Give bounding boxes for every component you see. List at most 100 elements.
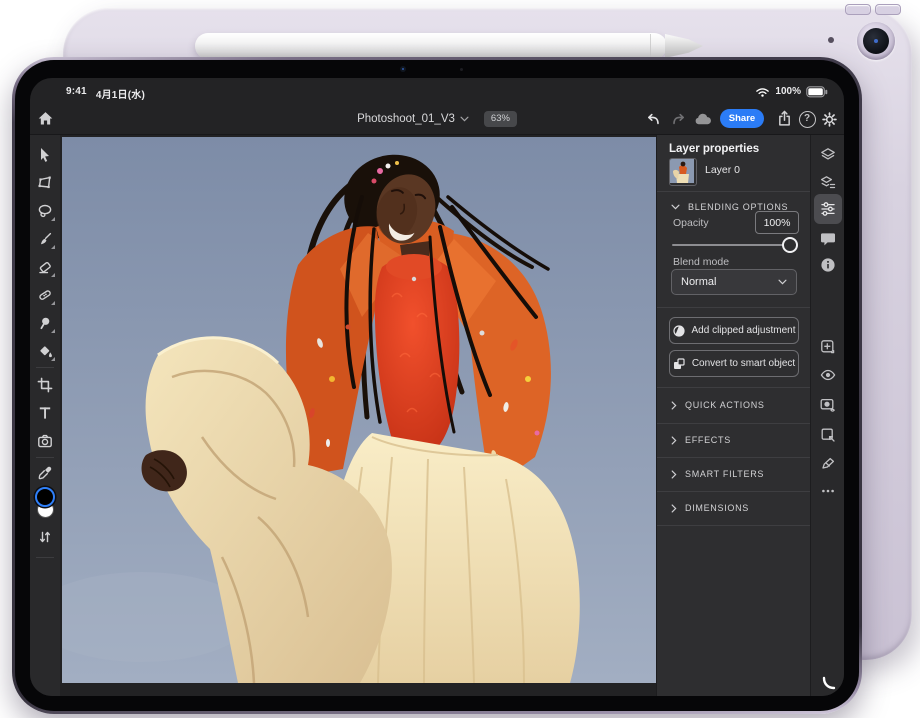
opacity-value-box[interactable]: 100%: [755, 211, 799, 234]
properties-icon[interactable]: [818, 199, 838, 219]
clone-stamp-tool[interactable]: [33, 311, 57, 335]
apple-pencil: [195, 33, 667, 59]
scene: 9:41 4月1日(水) 100%: [0, 0, 920, 718]
place-embedded-icon[interactable]: [818, 425, 838, 445]
chevron-right-icon: [671, 504, 677, 513]
photo-layer: [62, 137, 656, 683]
tool-separator: [36, 367, 54, 368]
apple-pencil-seam: [650, 34, 651, 58]
panel-divider: [657, 491, 811, 492]
layer-name: Layer 0: [705, 164, 740, 176]
chevron-right-icon: [671, 401, 677, 410]
fill-tool[interactable]: [33, 339, 57, 363]
foreground-ipad: 9:41 4月1日(水) 100%: [12, 57, 862, 714]
front-sensor: [460, 68, 463, 71]
rear-camera-lens: [863, 28, 889, 54]
chevron-down-icon: [778, 279, 787, 285]
layer-thumbnail: [669, 158, 697, 186]
eyedropper-tool[interactable]: [33, 461, 57, 485]
wifi-icon: [755, 85, 770, 98]
rear-camera: [857, 22, 895, 60]
cloud-sync-icon[interactable]: [692, 108, 714, 130]
smart-filters-label: SMART FILTERS: [685, 469, 764, 479]
add-mask-icon[interactable]: [818, 395, 838, 415]
redo-button[interactable]: [667, 108, 689, 130]
lens-glint: [874, 39, 878, 43]
info-icon[interactable]: [818, 255, 838, 275]
chevron-down-icon: [460, 116, 469, 122]
undo-button[interactable]: [642, 108, 664, 130]
blend-mode-value: Normal: [681, 276, 716, 288]
visibility-icon[interactable]: [818, 365, 838, 385]
battery-percent: 100%: [775, 86, 801, 97]
chevron-right-icon: [671, 436, 677, 445]
panel-divider: [657, 307, 811, 308]
home-button[interactable]: [34, 107, 56, 129]
quick-action-icon[interactable]: [818, 453, 838, 473]
type-tool[interactable]: [33, 401, 57, 425]
comments-icon[interactable]: [818, 229, 838, 249]
microphone-dot: [828, 37, 834, 43]
section-dimensions[interactable]: DIMENSIONS: [657, 498, 811, 518]
convert-to-smart-object-button[interactable]: Convert to smart object: [669, 350, 799, 377]
layer-properties-panel: Layer properties Layer 0 BLENDING OPTION…: [656, 135, 811, 696]
eraser-tool[interactable]: [33, 255, 57, 279]
chevron-right-icon: [671, 470, 677, 479]
panel-divider: [657, 457, 811, 458]
add-clipped-adjustment-label: Add clipped adjustment: [692, 325, 796, 336]
opacity-label: Opacity: [673, 217, 709, 229]
status-date: 4月1日(水): [96, 86, 145, 101]
blend-mode-dropdown[interactable]: Normal: [671, 269, 797, 295]
panel-divider: [657, 525, 811, 526]
layer-row[interactable]: Layer 0: [657, 157, 811, 187]
help-glyph: ?: [799, 111, 816, 128]
zoom-level-badge[interactable]: 63%: [484, 111, 517, 127]
dimensions-label: DIMENSIONS: [685, 503, 749, 513]
smart-object-icon: [673, 358, 685, 370]
panel-divider: [657, 191, 811, 192]
foreground-color-swatch[interactable]: [35, 487, 55, 507]
top-toolbar: Photoshoot_01_V3 63% Share: [30, 104, 844, 134]
lasso-tool[interactable]: [33, 199, 57, 223]
layers-icon[interactable]: [818, 145, 838, 165]
transform-tool[interactable]: [33, 171, 57, 195]
battery-icon: [806, 86, 828, 98]
chevron-down-icon: [671, 204, 680, 210]
more-options-icon[interactable]: [818, 481, 838, 501]
section-quick-actions[interactable]: QUICK ACTIONS: [657, 395, 811, 415]
tools-sidebar: [30, 135, 61, 696]
convert-to-smart-object-label: Convert to smart object: [692, 358, 795, 369]
volume-down-button: [875, 4, 901, 15]
help-button[interactable]: ?: [796, 108, 818, 130]
quick-actions-label: QUICK ACTIONS: [685, 400, 765, 410]
share-button[interactable]: Share: [720, 109, 764, 128]
layers-detail-icon[interactable]: [818, 173, 838, 193]
add-layer-icon[interactable]: [818, 337, 838, 357]
add-clipped-adjustment-button[interactable]: Add clipped adjustment: [669, 317, 799, 344]
document-title-text: Photoshoot_01_V3: [357, 113, 455, 125]
section-smart-filters[interactable]: SMART FILTERS: [657, 464, 811, 484]
export-icon[interactable]: [773, 107, 795, 129]
opacity-slider-track[interactable]: [672, 244, 796, 246]
healing-tool[interactable]: [33, 283, 57, 307]
brush-tool[interactable]: [33, 227, 57, 251]
move-tool[interactable]: [33, 143, 57, 167]
tool-separator: [36, 457, 54, 458]
panel-title: Layer properties: [669, 143, 759, 155]
document-title[interactable]: Photoshoot_01_V3: [357, 113, 469, 125]
tool-separator: [36, 557, 54, 558]
section-effects[interactable]: EFFECTS: [657, 430, 811, 450]
right-icon-rail: [810, 135, 844, 696]
volume-up-button: [845, 4, 871, 15]
swap-colors-tool[interactable]: [33, 525, 57, 549]
settings-gear-button[interactable]: [818, 108, 840, 130]
blend-mode-label: Blend mode: [673, 256, 729, 268]
place-photo-tool[interactable]: [33, 429, 57, 453]
crop-tool[interactable]: [33, 373, 57, 397]
front-camera: [400, 66, 406, 72]
canvas-corner-indicator: [822, 676, 836, 690]
opacity-slider-handle[interactable]: [782, 237, 798, 253]
photoshop-app-screen: 9:41 4月1日(水) 100%: [30, 78, 844, 696]
canvas-area[interactable]: [60, 135, 656, 696]
status-bar: 9:41 4月1日(水) 100%: [30, 78, 844, 104]
